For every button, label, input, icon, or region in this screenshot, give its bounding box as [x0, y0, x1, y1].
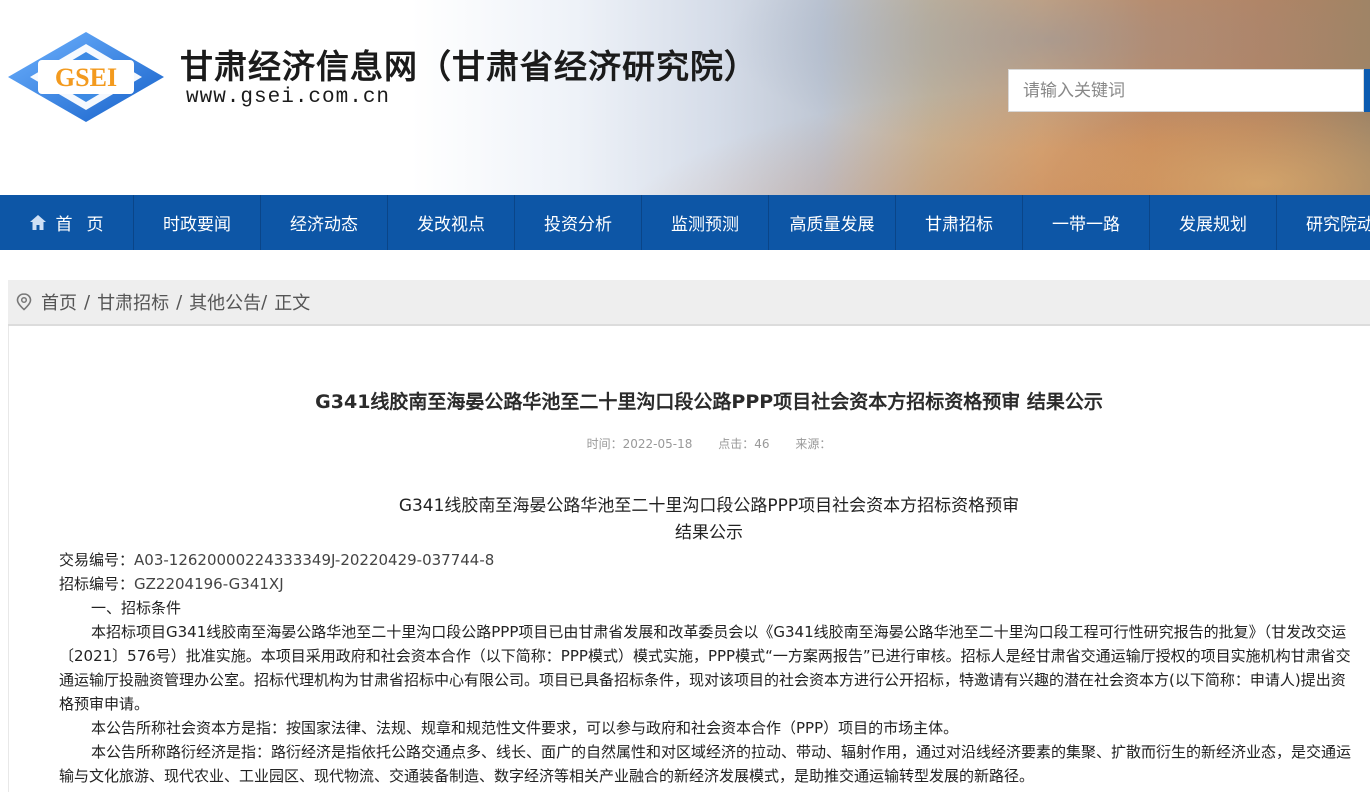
trade-number: 交易编号：A03-12620000224333349J-20220429-037… [59, 551, 495, 569]
breadcrumb-current: 正文 [274, 293, 311, 314]
gsei-logo[interactable]: GSEI [8, 32, 164, 122]
site-url: www.gsei.com.cn [186, 86, 391, 109]
breadcrumb-separator: / [261, 291, 268, 313]
site-title: 甘肃经济信息网（甘肃省经济研究院） [180, 47, 758, 86]
article-source: 来源： [795, 437, 832, 451]
nav-item-home[interactable]: 首页 [0, 195, 134, 250]
article-subtitle-line: 结果公示 [675, 523, 743, 543]
article-meta: 时间：2022-05-18 点击：46 来源： [9, 435, 1370, 452]
search-input[interactable] [1008, 69, 1364, 112]
article-subtitle: G341线胶南至海晏公路华池至二十里沟口段公路PPP项目社会资本方招标资格预审 … [9, 493, 1370, 547]
breadcrumb-subsection[interactable]: 其他公告 [189, 289, 261, 315]
search-button[interactable] [1364, 69, 1370, 112]
breadcrumb-separator: / [176, 291, 183, 313]
breadcrumb-section[interactable]: 甘肃招标 [97, 289, 169, 315]
nav-item-touzi[interactable]: 投资分析 [515, 195, 642, 250]
paragraph: 本公告所称社会资本方是指：按国家法律、法规、规章和规范性文件要求，可以参与政府和… [91, 719, 959, 737]
article-body: 交易编号：A03-12620000224333349J-20220429-037… [59, 548, 1359, 788]
nav-home-label: 首页 [55, 215, 118, 235]
site-header: GSEI 甘肃经济信息网（甘肃省经济研究院） www.gsei.com.cn [0, 0, 1370, 195]
home-icon [29, 215, 46, 230]
nav-item-zhaobiao[interactable]: 甘肃招标 [896, 195, 1023, 250]
bid-number: 招标编号：GZ2204196-G341XJ [59, 575, 284, 593]
nav-item-jingji[interactable]: 经济动态 [261, 195, 388, 250]
article-subtitle-line: G341线胶南至海晏公路华池至二十里沟口段公路PPP项目社会资本方招标资格预审 [398, 496, 1020, 516]
article-panel: G341线胶南至海晏公路华池至二十里沟口段公路PPP项目社会资本方招标资格预审 … [8, 326, 1370, 792]
paragraph: 本公告所称路衍经济是指：路衍经济是指依托公路交通点多、线长、面广的自然属性和对区… [59, 743, 1352, 785]
paragraph: 本招标项目G341线胶南至海晏公路华池至二十里沟口段公路PPP项目已由甘肃省发展… [59, 623, 1351, 713]
breadcrumb-separator: / [84, 291, 91, 313]
nav-item-shizheng[interactable]: 时政要闻 [134, 195, 261, 250]
breadcrumb-home[interactable]: 首页 [41, 289, 77, 315]
nav-item-gaozhiliang[interactable]: 高质量发展 [769, 195, 896, 250]
location-pin-icon [16, 293, 32, 311]
nav-item-fagai[interactable]: 发改视点 [388, 195, 515, 250]
article-title: G341线胶南至海晏公路华池至二十里沟口段公路PPP项目社会资本方招标资格预审 … [315, 391, 1103, 413]
section-heading: 一、招标条件 [91, 599, 182, 617]
nav-item-guihua[interactable]: 发展规划 [1150, 195, 1277, 250]
breadcrumb: 首页 / 甘肃招标 / 其他公告 / 正文 [8, 280, 1370, 326]
article-time: 时间：2022-05-18 [586, 437, 693, 451]
nav-item-yidaiyilu[interactable]: 一带一路 [1023, 195, 1150, 250]
article-clicks: 点击：46 [718, 437, 770, 451]
nav-item-jiance[interactable]: 监测预测 [642, 195, 769, 250]
nav-item-yanjiuyuan[interactable]: 研究院动 [1277, 195, 1370, 250]
main-nav: 首页 时政要闻 经济动态 发改视点 投资分析 监测预测 高质量发展 甘肃招标 一… [0, 195, 1370, 250]
header-banner-mountain [1050, 100, 1370, 195]
svg-text:GSEI: GSEI [55, 63, 117, 92]
